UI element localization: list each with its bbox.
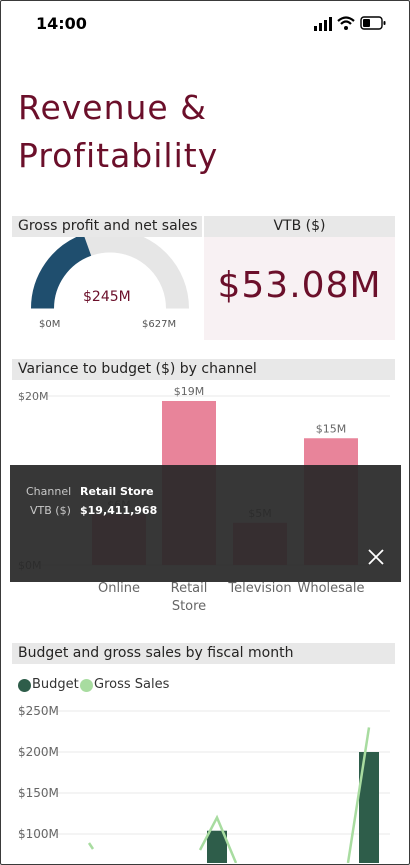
gauge-fill <box>31 237 92 309</box>
data-label: $15M <box>316 422 347 435</box>
close-icon[interactable] <box>366 547 386 567</box>
x-tick-label: Retail <box>171 581 208 596</box>
x-tick-label: Television <box>227 581 291 596</box>
y-tick-label: $200M <box>18 745 59 759</box>
kpi-header: VTB ($) <box>204 216 395 237</box>
gauge-max-label: $627M <box>142 319 177 330</box>
kpi-card[interactable]: $53.08M <box>204 237 395 340</box>
gauge-value: $245M <box>83 289 131 305</box>
legend-budget-label: Budget <box>32 677 79 692</box>
data-label: $19M <box>174 385 205 398</box>
status-time: 14:00 <box>36 14 87 33</box>
page-title: Revenue & Profitability <box>18 88 219 175</box>
x-tick-label: Online <box>98 581 140 596</box>
x-tick-label: Wholesale <box>297 581 364 596</box>
budget-chart-header: Budget and gross sales by fiscal month <box>12 643 395 664</box>
gauge-min-label: $0M <box>39 319 61 330</box>
legend-gross-sales-label: Gross Sales <box>94 677 170 692</box>
tooltip-key-vtb: VTB ($) <box>30 504 71 517</box>
tooltip: Channel Retail Store VTB ($) $19,411,968 <box>10 465 401 582</box>
y-tick-label: $250M <box>18 704 59 718</box>
tooltip-value-vtb: $19,411,968 <box>80 504 158 517</box>
y-tick-label: $100M <box>18 827 59 841</box>
tooltip-value-channel: Retail Store <box>80 485 154 498</box>
y-tick-label: $150M <box>18 786 59 800</box>
legend-gross-sales-dot <box>80 679 93 692</box>
battery-icon <box>360 16 386 30</box>
gross-sales-line <box>87 842 95 850</box>
legend-budget-dot <box>18 679 31 692</box>
variance-chart-header: Variance to budget ($) by channel <box>12 359 395 380</box>
tooltip-key-channel: Channel <box>26 485 72 498</box>
status-icons <box>314 15 390 33</box>
gauge-header: Gross profit and net sales <box>12 216 202 237</box>
kpi-value: $53.08M <box>217 265 382 306</box>
budget-chart[interactable]: $250M $200M $150M $100M <box>0 700 398 863</box>
signal-icon <box>314 17 332 31</box>
wifi-icon <box>337 16 355 30</box>
x-tick-label: Store <box>172 599 206 614</box>
y-tick-label: $20M <box>18 390 49 403</box>
